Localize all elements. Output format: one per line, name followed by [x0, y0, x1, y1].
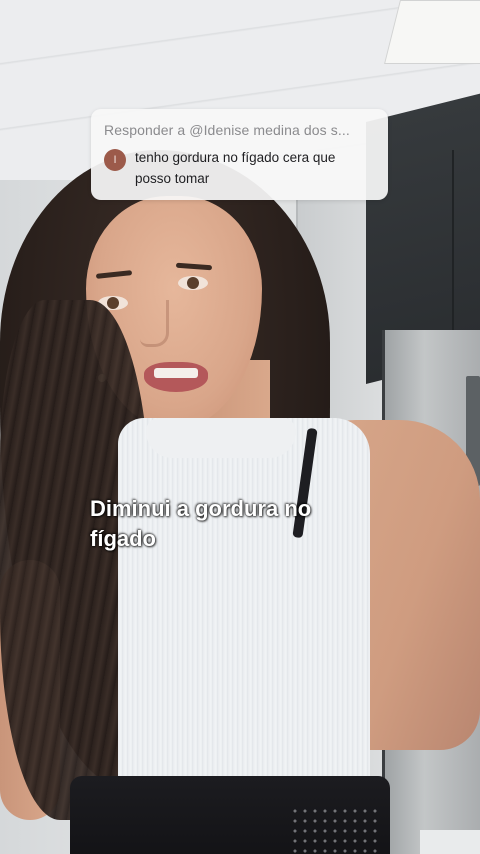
caption-line-1: Diminui a gordura no: [90, 496, 312, 521]
ceiling-light: [384, 0, 480, 64]
top-collar: [146, 418, 296, 458]
white-tank-top: [118, 418, 370, 796]
sequin-detail: [290, 806, 380, 854]
table-edge: [420, 830, 480, 854]
reply-header: Responder a @Idenise medina dos s...: [104, 122, 350, 138]
teeth: [154, 368, 198, 378]
video-caption: Diminui a gordura no fígado: [60, 494, 380, 554]
right-eye: [178, 276, 208, 290]
commenter-avatar[interactable]: I: [104, 149, 126, 171]
comment-text: tenho gordura no fígado cera que posso t…: [135, 150, 336, 186]
reply-comment-sticker[interactable]: Responder a @Idenise medina dos s... I t…: [91, 109, 388, 200]
nose: [140, 300, 169, 347]
caption-line-2: fígado: [90, 526, 156, 551]
video-frame[interactable]: Responder a @Idenise medina dos s... I t…: [0, 0, 480, 854]
reply-body: I tenho gordura no fígado cera que posso…: [104, 149, 376, 189]
